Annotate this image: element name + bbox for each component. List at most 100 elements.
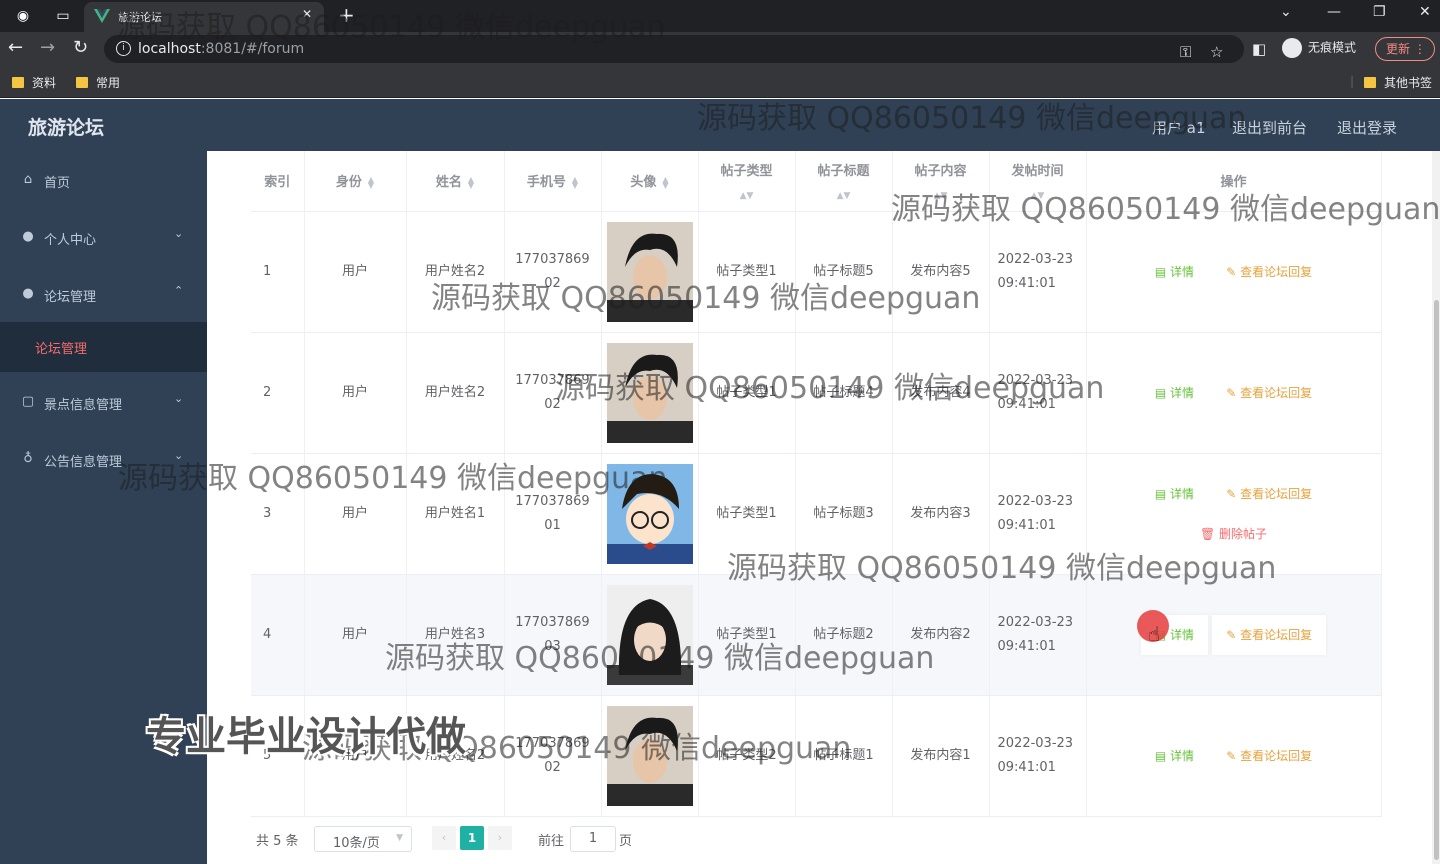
browser-tab[interactable]: 旅游论坛 ✕ [84,2,324,32]
new-tab-icon[interactable]: + [338,3,355,27]
browser-menu-icon[interactable]: ◉ [14,7,32,25]
chevron-down-icon: ⌄ [174,392,184,405]
chevron-down-icon: ⌄ [174,227,184,240]
col-header-identity[interactable]: 身份 ▲ ▼ [304,151,407,212]
key-icon[interactable]: ⚿ [1180,43,1191,61]
star-icon[interactable]: ☆ [1210,43,1223,61]
view-reply-button[interactable]: ✎ 查看论坛回复 [1212,474,1326,514]
cell-name: 用户姓名2 [406,332,505,454]
prev-page-button[interactable]: ‹ [432,826,456,850]
trash-icon: 🗑 [1199,526,1220,541]
sidebar-item-personal-center[interactable]: ● 个人中心 ⌄ [0,209,207,265]
cell-actions: ▤ 详情 ✎ 查看论坛回复 [1086,695,1382,817]
sort-icon[interactable]: ▲▼ [893,191,989,201]
sidebar-item-label: 公告信息管理 [44,455,123,470]
microphone-icon: ♁ [23,451,33,466]
page-number-current[interactable]: 1 [460,826,484,850]
sidebar-item-notice-management[interactable]: ♁ 公告信息管理 ⌄ [0,431,207,487]
tab-list-icon[interactable]: ▭ [54,7,72,25]
avatar-man-image[interactable] [606,221,693,322]
avatar-man-image[interactable] [606,705,693,806]
hand-cursor-icon: ☝ [1148,622,1161,646]
url-input[interactable]: i localhost:8081/#/forum ⚿ ☆ [104,35,1244,63]
bookmarks-bar: 资料 常用 | 其他书签 [0,66,1440,98]
avatar-cartoon-image[interactable] [606,463,693,564]
incognito-indicator[interactable]: 无痕模式 [1282,38,1356,58]
minimize-icon[interactable]: — [1327,4,1341,20]
table-row: 4 用户 用户姓名3 17703786903 帖子类型1 帖子标题2 发布内容2… [251,574,1382,696]
bookmark-divider: | [1350,74,1355,88]
chevron-down-icon[interactable]: ⌄ [1280,4,1292,20]
sort-icon[interactable]: ▲▼ [990,191,1086,201]
document-icon: ▤ [1154,486,1171,501]
bookmark-folder-ziliao[interactable]: 资料 [12,74,56,91]
back-arrow-icon[interactable]: ← [8,37,23,58]
cell-phone: 17703786902 [504,332,602,454]
restore-icon[interactable]: ❐ [1373,4,1386,20]
detail-button[interactable]: ▤ 详情 [1141,474,1208,514]
browser-tabbar: ◉ ▭ 旅游论坛 ✕ + ⌄ — ❐ ✕ [0,0,1440,32]
col-header-avatar[interactable]: 头像 ▲ ▼ [601,151,699,212]
avatar-man-image[interactable] [606,342,693,443]
folder-icon [76,77,88,88]
detail-button[interactable]: ▤ 详情 [1141,373,1208,413]
close-icon[interactable]: ✕ [302,7,312,21]
back-to-front-link[interactable]: 退出到前台 [1232,117,1307,138]
col-header-post-type[interactable]: 帖子类型 ▲▼ [698,151,796,212]
window-close-icon[interactable]: ✕ [1419,4,1431,20]
col-header-actions: 操作 [1086,151,1382,212]
detail-button[interactable]: ▤ 详情 [1141,736,1208,776]
view-reply-button[interactable]: ✎ 查看论坛回复 [1212,736,1326,776]
delete-post-button[interactable]: 🗑 删除帖子 [1186,514,1281,554]
sidebar-item-home[interactable]: ⌂ 首页 [0,152,207,208]
col-header-post-title[interactable]: 帖子标题 ▲▼ [795,151,893,212]
cell-identity: 用户 [304,574,407,696]
logout-link[interactable]: 退出登录 [1337,117,1397,138]
update-button[interactable]: 更新 ⋮ [1375,37,1435,61]
document-icon: ▤ [1154,748,1171,763]
bookmark-folder-changyong[interactable]: 常用 [76,74,120,91]
cell-post-content: 发布内容4 [892,332,990,454]
cell-post-title: 帖子标题2 [795,574,893,696]
sort-icon[interactable]: ▲▼ [796,191,892,201]
sort-icon[interactable]: ▲▼ [468,175,474,189]
cell-post-title: 帖子标题5 [795,211,893,333]
user-icon: ● [22,286,34,301]
sidebar-subitem-forum-management[interactable]: 论坛管理 [0,322,207,372]
cell-identity: 用户 [304,211,407,333]
address-toolbar: ← → ↻ i localhost:8081/#/forum ⚿ ☆ ◧ 无痕模… [0,32,1440,66]
page-suffix: 页 [619,834,633,849]
sort-icon[interactable]: ▲▼ [572,175,578,189]
cell-post-content: 发布内容5 [892,211,990,333]
sidebar-item-forum-management[interactable]: ● 论坛管理 ⌃ [0,266,207,322]
reload-icon[interactable]: ↻ [73,37,88,58]
col-header-post-time[interactable]: 发帖时间 ▲▼ [989,151,1087,212]
forum-table: 索引 身份 ▲ ▼ 姓名 ▲ ▼ 手机号 ▲ ▼ 头像 ▲ ▼ 帖子类型 ▲▼ 帖子标题 ▲▼ 帖子… [251,151,1382,817]
sidepanel-icon[interactable]: ◧ [1252,40,1266,58]
view-reply-button[interactable]: ✎ 查看论坛回复 [1212,614,1327,655]
sidebar-item-label: 论坛管理 [44,290,97,305]
page-size-select[interactable]: 10条/页 ▼ [314,826,412,852]
sidebar-item-scenic-management[interactable]: ▢ 景点信息管理 ⌄ [0,374,207,430]
cell-post-time: 2022-03-23 09:41:01 [989,332,1087,454]
next-page-button[interactable]: › [488,826,512,850]
view-reply-button[interactable]: ✎ 查看论坛回复 [1212,252,1326,292]
cell-identity: 用户 [304,332,407,454]
detail-button[interactable]: ▤ 详情 [1141,252,1208,292]
goto-page-input[interactable]: 1 [570,826,616,852]
sort-icon[interactable]: ▲▼ [368,175,374,189]
info-icon[interactable]: i [116,41,131,56]
cell-post-content: 发布内容1 [892,695,990,817]
cell-actions: ▤ 详情 ✎ 查看论坛回复 [1086,211,1382,333]
avatar-woman-image[interactable] [606,584,693,685]
sort-icon[interactable]: ▲▼ [699,191,795,201]
forward-arrow-icon[interactable]: → [40,37,55,58]
other-bookmarks[interactable]: 其他书签 [1364,74,1432,91]
view-reply-button[interactable]: ✎ 查看论坛回复 [1212,373,1326,413]
folder-icon [12,77,24,88]
col-header-phone[interactable]: 手机号 ▲ ▼ [504,151,602,212]
col-header-name[interactable]: 姓名 ▲ ▼ [406,151,505,212]
sort-icon[interactable]: ▲▼ [662,175,668,189]
col-header-post-content[interactable]: 帖子内容 ▲▼ [892,151,990,212]
scrollbar-thumb[interactable] [1434,300,1439,860]
